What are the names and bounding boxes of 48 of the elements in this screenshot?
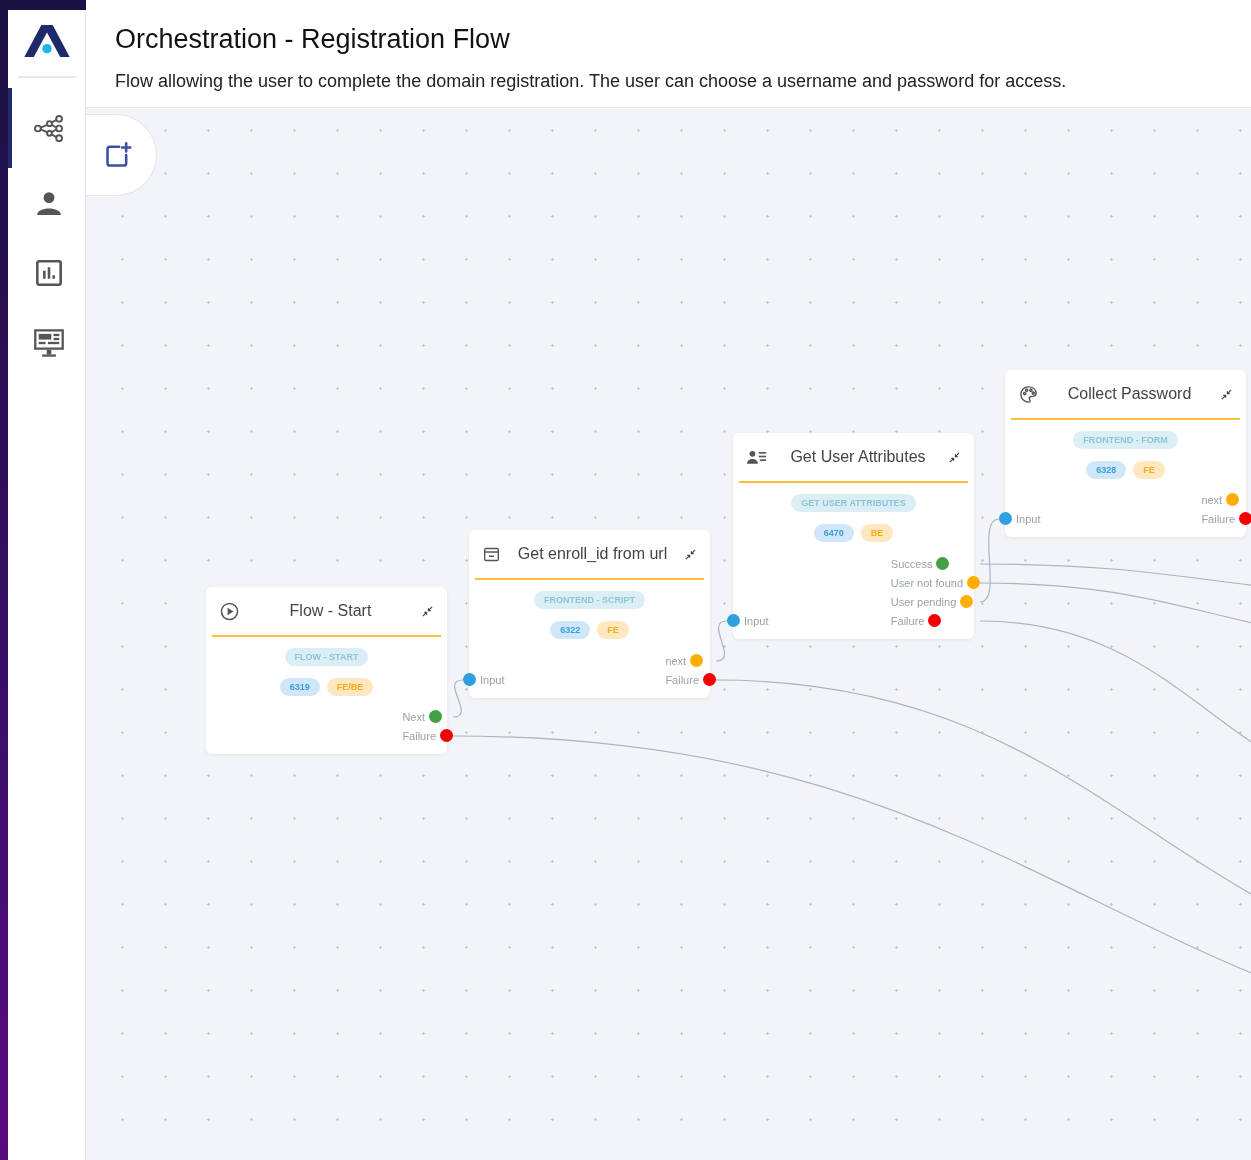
port-label: next — [1201, 493, 1223, 506]
page-description: Flow allowing the user to complete the domain registration. The user can choose a username and password for access. — [115, 71, 1068, 92]
node-title: Flow - Start — [289, 602, 372, 620]
collapse-icon[interactable] — [949, 451, 960, 463]
add-node-button[interactable] — [86, 114, 157, 196]
port-label: Failure — [665, 673, 699, 686]
node-type-tag: FRONTEND - SCRIPT — [534, 591, 645, 609]
environment-tag: BE — [860, 524, 894, 542]
share-icon — [33, 114, 64, 142]
window-icon — [483, 545, 500, 563]
node-title: Collect Password — [1067, 385, 1192, 403]
logo-icon — [23, 25, 70, 59]
add-icon — [104, 141, 132, 169]
node-title: Get User Attributes — [790, 448, 926, 466]
environment-tag: FE — [597, 621, 629, 639]
environment-tag: FE/BE — [326, 678, 374, 696]
monitor-icon — [32, 328, 65, 358]
node-title: Get enroll_id from url — [517, 545, 668, 563]
port-label: next — [665, 654, 687, 667]
port-label: Input — [744, 614, 769, 627]
page-title: Orchestration - Registration Flow — [115, 24, 511, 55]
collapse-icon[interactable] — [1221, 388, 1232, 400]
person-icon — [35, 190, 62, 216]
palette-icon — [1019, 384, 1038, 404]
port-label: User pending — [890, 595, 957, 608]
node-type-tag: FRONTEND - FORM — [1073, 431, 1178, 449]
port-label: Next — [402, 710, 425, 723]
port-label: User not found — [890, 576, 963, 589]
port-label: Input — [480, 673, 505, 686]
port-label: Failure — [402, 729, 436, 742]
node-id-tag: 6319 — [279, 678, 320, 696]
environment-tag: FE — [1133, 461, 1165, 479]
node-id-tag: 6470 — [813, 524, 854, 542]
node-id-tag: 6328 — [1086, 461, 1127, 479]
person-list-icon — [747, 448, 767, 466]
port-label: Failure — [1201, 512, 1235, 525]
port-label: Input — [1016, 512, 1041, 525]
node-id-tag: 6322 — [550, 621, 591, 639]
collapse-icon[interactable] — [685, 548, 696, 560]
node-type-tag: FLOW - START — [284, 648, 369, 666]
port-label: Success — [890, 557, 933, 570]
collapse-icon[interactable] — [422, 605, 433, 617]
connector-line — [715, 620, 728, 662]
node-type-tag: GET USER ATTRIBUTES — [791, 494, 916, 512]
port-label: Failure — [890, 614, 925, 627]
play-icon — [220, 601, 239, 621]
connector-line — [452, 679, 464, 718]
bar-chart-icon — [34, 259, 63, 287]
